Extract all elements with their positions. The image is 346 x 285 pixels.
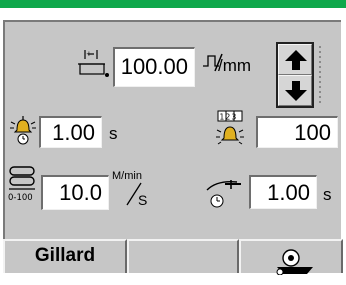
header-accent-bar [0, 0, 346, 8]
knife-time-field[interactable]: 1.00 [249, 175, 317, 209]
length-spinner[interactable] [276, 42, 314, 108]
divider-dots [319, 46, 321, 106]
counter-icon-digits: 123 [220, 113, 238, 122]
length-unit-label: /mm [218, 56, 252, 75]
length-value-field[interactable]: 100.00 [113, 47, 195, 87]
decrease-button[interactable] [278, 75, 312, 106]
conveyor-gear-icon [273, 247, 317, 285]
increase-button[interactable] [278, 44, 312, 75]
speed-range-icon: 0-100 [7, 164, 39, 211]
alarm-bell-clock-icon [8, 114, 38, 151]
tab-gillard[interactable]: Gillard [3, 239, 127, 273]
cut-length-icon: + [77, 47, 111, 86]
control-panel: + 100.00 /mm 1.00 s 123 100 0-100 10.0 M… [3, 20, 343, 276]
alarm-bell-counter-icon: 123 [213, 110, 247, 153]
speed-unit-top: M/min [112, 170, 142, 182]
knife-clock-icon [203, 172, 243, 217]
speed-field[interactable]: 10.0 [41, 175, 109, 210]
svg-text:+: + [86, 50, 92, 58]
speed-range-label: 0-100 [8, 193, 33, 203]
counter-field[interactable]: 100 [256, 116, 338, 148]
delay-time-field[interactable]: 1.00 [39, 116, 102, 148]
knife-time-unit: s [323, 185, 332, 204]
speed-unit-bottom: S [138, 192, 148, 208]
delay-time-unit: s [109, 124, 118, 143]
tab-blank[interactable] [127, 239, 239, 273]
tab-conveyor[interactable] [239, 239, 343, 276]
